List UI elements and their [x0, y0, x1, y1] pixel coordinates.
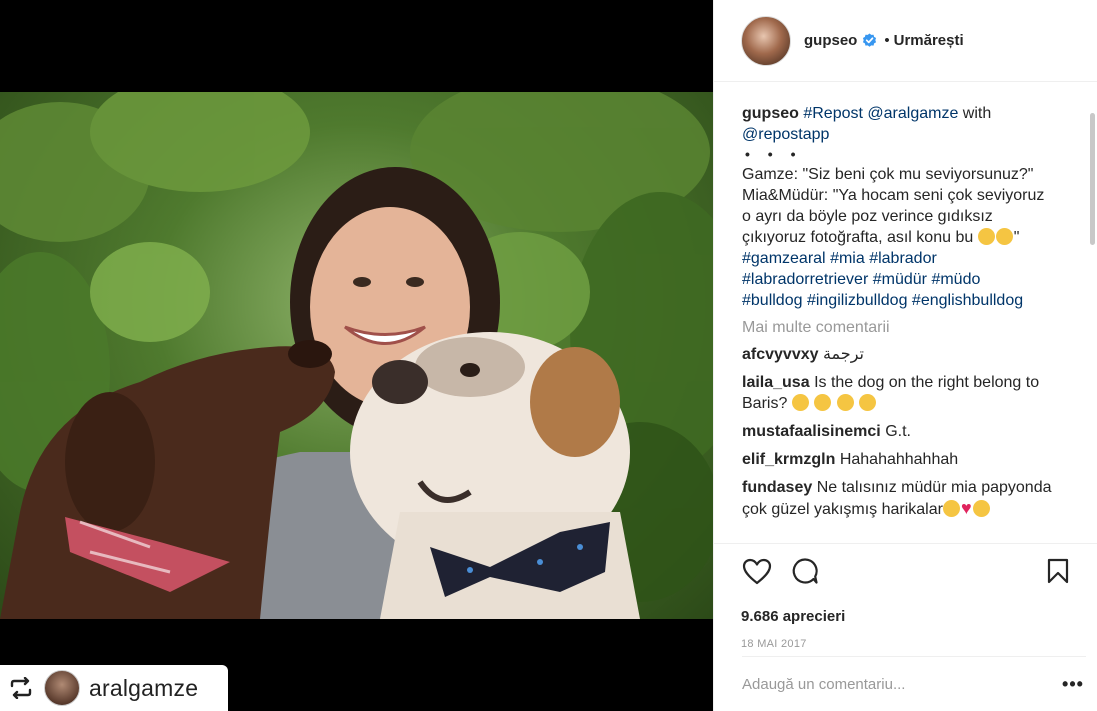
- comment-text-2: çok güzel yakışmış harikalar: [742, 501, 943, 518]
- comment-username[interactable]: elif_krmzgln: [742, 451, 835, 468]
- comments-scrollbar[interactable]: [1090, 113, 1095, 245]
- load-more-comments-button[interactable]: Mai multe comentarii: [742, 319, 1084, 337]
- hashtag[interactable]: #müdür: [873, 271, 927, 288]
- kiss-emoji-icon: [859, 394, 877, 411]
- caption-line-4-end: ": [1013, 229, 1020, 246]
- repost-icon: [6, 673, 36, 703]
- caption-tags-3: #bulldog #ingilizbulldog #englishbulldog: [742, 290, 1084, 311]
- comment-text: ترجمة: [822, 346, 864, 363]
- hashtag[interactable]: #müdo: [931, 271, 980, 288]
- comment-item: mustafaalisinemci G.t.: [742, 421, 1084, 442]
- comments-section[interactable]: gupseo #Repost @aralgamze with @repostap…: [714, 83, 1097, 543]
- caption-line-3: o ayrı da böyle poz verince gıdıksız: [742, 208, 993, 225]
- repost-avatar: [44, 670, 80, 706]
- post-sidebar: gupseo • Urmărești gupseo #Repost @aralg…: [713, 0, 1097, 711]
- caption-tags-1: #gamzearal #mia #labrador: [742, 248, 1084, 269]
- post-date: 18 MAI 2017: [741, 638, 807, 650]
- add-comment-bar: •••: [742, 656, 1086, 711]
- comment-username[interactable]: fundasey: [742, 479, 812, 496]
- comment-username[interactable]: laila_usa: [742, 374, 810, 391]
- heart-eyes-emoji-icon: [942, 500, 960, 517]
- comment-item: afcvyvvxy ترجمة: [742, 344, 1084, 365]
- comment-text: Is the dog on the right belong to: [814, 374, 1040, 391]
- thinking-emoji-icon: [995, 228, 1013, 245]
- heart-eyes-emoji-icon: [791, 394, 809, 411]
- caption-with: with: [962, 105, 992, 122]
- header-separator: •: [884, 32, 890, 49]
- post-header: gupseo • Urmărești: [714, 0, 1097, 82]
- caption-line-4: çıkıyoruz fotoğrafta, asıl konu bu ": [742, 227, 1084, 248]
- caption-line-4-text: çıkıyoruz fotoğrafta, asıl konu bu: [742, 229, 974, 246]
- caption-mention[interactable]: @aralgamze: [867, 105, 958, 122]
- kiss-emoji-icon: [836, 394, 854, 411]
- post-photo[interactable]: [0, 92, 713, 619]
- hashtag[interactable]: #mia: [830, 250, 865, 267]
- comment-text-line-2: çok güzel yakışmış harikalar ♥: [742, 498, 1084, 520]
- repost-username: aralgamze: [89, 674, 199, 701]
- caption-line-1: Gamze: "Siz beni çok mu seviyorsunuz?": [742, 166, 1034, 183]
- comment-item: laila_usa Is the dog on the right belong…: [742, 372, 1084, 414]
- comment-text-2: Baris?: [742, 395, 788, 412]
- eye-roll-emoji-icon: [977, 228, 995, 245]
- heart-outline-icon[interactable]: [741, 556, 773, 586]
- author-avatar[interactable]: [741, 15, 791, 66]
- hashtag[interactable]: #bulldog: [742, 292, 803, 309]
- caption-tags-2: #labradorretriever #müdür #müdo: [742, 269, 1084, 290]
- comment-input[interactable]: [742, 675, 1060, 693]
- likes-count[interactable]: 9.686 aprecieri: [741, 608, 1074, 625]
- hashtag[interactable]: #englishbulldog: [912, 292, 1023, 309]
- author-username[interactable]: gupseo: [804, 32, 857, 49]
- hashtag[interactable]: #labradorretriever: [742, 271, 868, 288]
- hashtag[interactable]: #labrador: [869, 250, 937, 267]
- bookmark-icon[interactable]: [1042, 556, 1074, 586]
- caption-dots: • • •: [745, 146, 803, 162]
- following-button[interactable]: Urmărești: [894, 32, 964, 49]
- hashtag[interactable]: #ingilizbulldog: [807, 292, 908, 309]
- repost-credit-overlay: aralgamze: [0, 665, 228, 711]
- post-media: aralgamze: [0, 0, 713, 711]
- post-caption: gupseo #Repost @aralgamze with @repostap…: [742, 103, 1084, 311]
- verified-badge-icon: [862, 33, 877, 48]
- comment-item: elif_krmzgln Hahahahhahhah: [742, 449, 1084, 470]
- comment-text-line-2: Baris?: [742, 393, 1084, 414]
- post-actions: 9.686 aprecieri 18 MAI 2017: [714, 543, 1097, 671]
- comment-username[interactable]: mustafaalisinemci: [742, 423, 881, 440]
- photo-illustration: [0, 92, 713, 619]
- comment-text: Hahahahhahhah: [839, 451, 959, 468]
- caption-line-2: Mia&Müdür: "Ya hocam seni çok seviyoruz: [742, 187, 1045, 204]
- caption-hashtag-repost[interactable]: #Repost: [803, 105, 863, 122]
- hashtag[interactable]: #gamzearal: [742, 250, 826, 267]
- red-heart-icon: ♥: [960, 498, 972, 518]
- caption-app-mention[interactable]: @repostapp: [742, 124, 1084, 145]
- comment-item: fundasey Ne talısınız müdür mia papyonda…: [742, 477, 1084, 520]
- comment-text: G.t.: [885, 423, 911, 440]
- more-options-icon[interactable]: •••: [1060, 674, 1086, 695]
- heart-eyes-emoji-icon: [814, 394, 832, 411]
- comment-text: Ne talısınız müdür mia papyonda: [816, 479, 1052, 496]
- speech-bubble-icon[interactable]: [789, 556, 821, 586]
- comment-username[interactable]: afcvyvvxy: [742, 346, 819, 363]
- kiss-emoji-icon: [972, 500, 990, 517]
- caption-username[interactable]: gupseo: [742, 105, 799, 122]
